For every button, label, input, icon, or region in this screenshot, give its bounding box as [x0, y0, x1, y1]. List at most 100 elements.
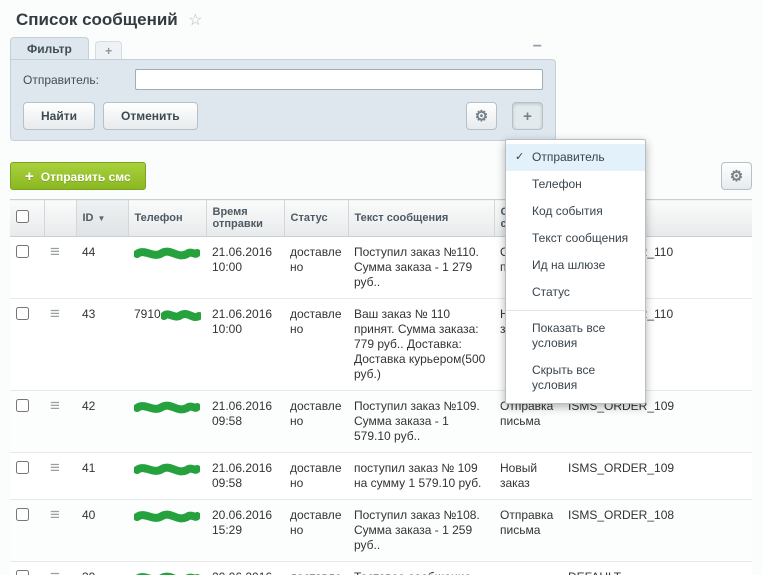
collapse-filter-icon[interactable]: −	[533, 39, 542, 55]
row-checkbox[interactable]	[16, 399, 29, 412]
row-checkbox[interactable]	[16, 245, 29, 258]
add-filter-tab[interactable]: +	[95, 41, 122, 59]
cell-id: 41	[76, 453, 128, 500]
cell-id: 44	[76, 237, 128, 299]
row-checkbox[interactable]	[16, 508, 29, 521]
cell-status: доставлено	[284, 391, 348, 453]
select-all-cell	[10, 200, 44, 237]
cell-id: 39	[76, 562, 128, 575]
filter-settings-gear-icon[interactable]: ⚙	[466, 102, 497, 130]
menu-item-hide-all-conditions[interactable]: Скрыть все условия	[506, 357, 645, 399]
send-sms-button[interactable]: +Отправить смс	[10, 162, 146, 190]
cell-text: Поступил заказ №109. Сумма заказа - 1 57…	[348, 391, 494, 453]
table-row[interactable]: ≡ 41 21.06.201609:58 доставлено поступил…	[10, 453, 752, 500]
filter-panel: Фильтр + − Отправитель: Найти Отменить ⚙…	[10, 37, 556, 141]
sort-desc-icon: ▼	[98, 214, 106, 223]
cell-status: доставлено	[284, 562, 348, 575]
row-menu-icon[interactable]: ≡	[50, 461, 60, 475]
filter-tab[interactable]: Фильтр	[10, 37, 89, 59]
row-menu-icon[interactable]: ≡	[50, 399, 60, 413]
grid-settings-gear-icon[interactable]: ⚙	[721, 162, 752, 190]
menu-item-event-code[interactable]: Код события	[506, 198, 645, 225]
cell-event-code: ISMS_ORDER_108	[562, 500, 752, 562]
row-menu-icon[interactable]: ≡	[50, 570, 60, 575]
page-title: Список сообщений	[16, 10, 178, 29]
menu-item-phone[interactable]: Телефон	[506, 171, 645, 198]
row-menu-icon[interactable]: ≡	[50, 245, 60, 259]
row-select-cell	[10, 562, 44, 575]
select-all-checkbox[interactable]	[16, 210, 29, 223]
find-button[interactable]: Найти	[23, 102, 95, 130]
cell-time: 21.06.201609:58	[206, 391, 284, 453]
cell-event-code: DEFAULT	[562, 562, 752, 575]
add-filter-condition-button[interactable]: +	[512, 102, 543, 130]
cell-event-desc: Новый заказ	[494, 453, 562, 500]
row-checkbox[interactable]	[16, 461, 29, 474]
cell-time: 20.06.201614:40	[206, 562, 284, 575]
menu-item-sender[interactable]: ✓Отправитель	[506, 144, 645, 171]
favorite-star-icon[interactable]: ☆	[188, 12, 202, 29]
cell-time: 21.06.201610:00	[206, 299, 284, 391]
menu-column-header	[44, 200, 76, 237]
row-select-cell	[10, 299, 44, 391]
cell-phone	[128, 500, 206, 562]
column-header-status[interactable]: Статус	[284, 200, 348, 237]
page-header: Список сообщений ☆	[0, 0, 762, 37]
cell-text: Ваш заказ № 110 принят. Сумма заказа: 77…	[348, 299, 494, 391]
cell-event-code: ISMS_ORDER_109	[562, 453, 752, 500]
row-select-cell	[10, 391, 44, 453]
phone-redaction-scribble	[134, 463, 200, 476]
filter-field-menu: ✓Отправитель Телефон Код события Текст с…	[505, 139, 646, 404]
cell-status: доставлено	[284, 453, 348, 500]
column-header-time[interactable]: Время отправки	[206, 200, 284, 237]
menu-item-show-all-conditions[interactable]: Показать все условия	[506, 315, 645, 357]
sender-input[interactable]	[135, 69, 543, 90]
row-menu-icon[interactable]: ≡	[50, 307, 60, 321]
cell-phone	[128, 391, 206, 453]
cell-phone	[128, 562, 206, 575]
cell-text: поступил заказ № 109 на сумму 1 579.10 р…	[348, 453, 494, 500]
phone-redaction-scribble	[134, 247, 200, 260]
checkmark-icon: ✓	[515, 150, 524, 165]
column-header-id[interactable]: ID▼	[76, 200, 128, 237]
cell-phone	[128, 453, 206, 500]
cell-text: Поступил заказ №108. Сумма заказа - 1 25…	[348, 500, 494, 562]
menu-divider	[506, 310, 645, 311]
column-header-phone[interactable]: Телефон	[128, 200, 206, 237]
cell-phone: 7910	[128, 299, 206, 391]
cell-status: доставлено	[284, 237, 348, 299]
table-row[interactable]: ≡ 40 20.06.201615:29 доставлено Поступил…	[10, 500, 752, 562]
menu-item-gateway-id[interactable]: Ид на шлюзе	[506, 252, 645, 279]
cell-text: Поступил заказ №110. Сумма заказа - 1 27…	[348, 237, 494, 299]
cell-time: 20.06.201615:29	[206, 500, 284, 562]
cell-phone	[128, 237, 206, 299]
phone-redaction-scribble	[161, 309, 201, 322]
phone-redaction-scribble	[134, 401, 200, 414]
cell-time: 21.06.201610:00	[206, 237, 284, 299]
table-row[interactable]: ≡ 39 20.06.201614:40 доставлено Тестовое…	[10, 562, 752, 575]
cell-status: доставлено	[284, 299, 348, 391]
column-header-text[interactable]: Текст сообщения	[348, 200, 494, 237]
cancel-button[interactable]: Отменить	[103, 102, 198, 130]
cell-id: 40	[76, 500, 128, 562]
cell-id: 42	[76, 391, 128, 453]
filter-body: Отправитель: Найти Отменить ⚙ +	[10, 59, 556, 141]
cell-event-desc	[494, 562, 562, 575]
row-checkbox[interactable]	[16, 570, 29, 575]
cell-time: 21.06.201609:58	[206, 453, 284, 500]
cell-id: 43	[76, 299, 128, 391]
menu-item-status[interactable]: Статус	[506, 279, 645, 306]
row-checkbox[interactable]	[16, 307, 29, 320]
phone-redaction-scribble	[134, 510, 200, 523]
plus-icon: +	[25, 168, 34, 185]
menu-item-message-text[interactable]: Текст сообщения	[506, 225, 645, 252]
row-select-cell	[10, 237, 44, 299]
sender-field-label: Отправитель:	[23, 73, 135, 87]
cell-event-desc: Отправка письма	[494, 500, 562, 562]
cell-status: доставлено	[284, 500, 348, 562]
phone-fragment: 7910	[134, 307, 161, 322]
row-select-cell	[10, 453, 44, 500]
cell-text: Тестовое сообщение	[348, 562, 494, 575]
row-select-cell	[10, 500, 44, 562]
row-menu-icon[interactable]: ≡	[50, 508, 60, 522]
